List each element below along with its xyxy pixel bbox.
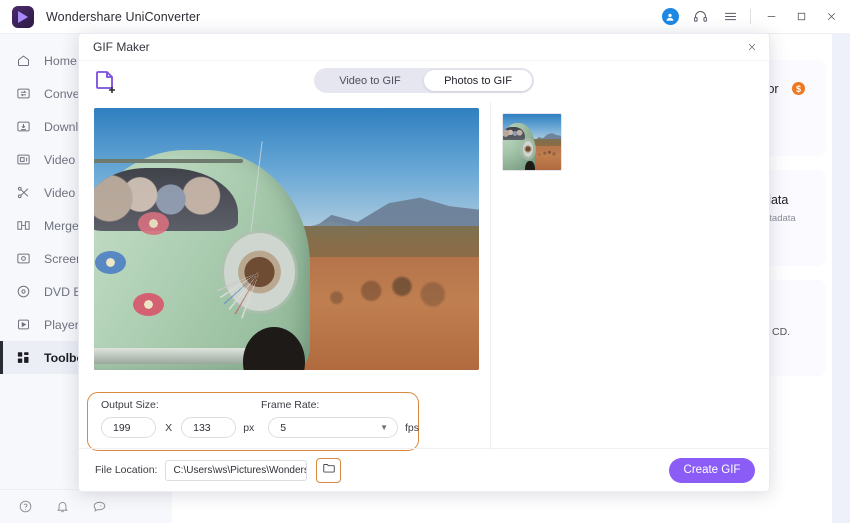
tab-video-to-gif[interactable]: Video to GIF [316,70,424,91]
gif-maker-dialog: GIF Maker Video to GIF Photos to GIF Out… [78,33,770,492]
play-icon [14,315,33,334]
title-bar: Wondershare UniConverter [0,0,850,34]
sidebar-bottom-bar [0,489,172,523]
dialog-footer: File Location: C:\Users\ws\Pictures\Wond… [79,448,769,491]
record-icon [14,249,33,268]
dialog-title: GIF Maker [93,40,150,54]
convert-icon [14,84,33,103]
car-window [503,126,525,141]
headlight [213,221,306,323]
add-file-icon[interactable] [95,69,119,95]
frame-rate-label: Frame Rate: [261,399,320,411]
px-unit-label: px [243,421,255,434]
settings-labels: Output Size: Frame Rate: [101,399,419,411]
minimize-icon[interactable] [756,0,786,34]
window-controls [655,0,850,34]
maximize-icon[interactable] [786,0,816,34]
help-icon[interactable] [18,499,33,514]
tab-photos-to-gif[interactable]: Photos to GIF [424,70,532,91]
thumbnail-list [490,102,769,450]
photo-preview[interactable] [94,108,479,370]
dimension-separator: X [165,421,173,434]
close-icon[interactable] [816,0,846,34]
dialog-toolbar: Video to GIF Photos to GIF [79,61,769,102]
gif-settings-panel: Output Size: Frame Rate: 199 X 133 px 5 … [87,392,419,451]
browse-folder-button[interactable] [316,457,342,483]
thumbnail-item[interactable] [502,113,562,171]
background-card-3-title: CD. [772,326,791,338]
account-icon[interactable] [655,0,685,34]
hamburger-icon[interactable] [715,0,745,34]
roof-rack [94,159,243,164]
merge-icon [14,216,33,235]
disc-icon [14,282,33,301]
headset-icon[interactable] [685,0,715,34]
preview-column: Output Size: Frame Rate: 199 X 133 px 5 … [79,102,479,451]
create-gif-button[interactable]: Create GIF [669,457,755,483]
headlight [522,140,534,158]
feedback-icon[interactable] [92,499,107,514]
flower-decal [132,292,164,316]
app-window: Wondershare UniConverter tor $ data etad… [0,0,850,523]
dialog-header: GIF Maker [79,34,769,61]
height-input[interactable]: 133 [181,417,237,438]
bumper [94,348,258,365]
frame-rate-value: 5 [280,421,287,434]
file-location-label: File Location: [95,464,158,476]
file-location-value: C:\Users\ws\Pictures\Wonders [173,464,308,476]
flower-decal [94,251,126,275]
width-input[interactable]: 199 [101,417,157,438]
right-rail [832,34,850,523]
home-icon [14,51,33,70]
notification-bell-icon[interactable] [55,499,70,514]
vw-beetle-car [503,122,536,170]
wheel [525,160,535,170]
chevron-down-icon: ▼ [380,423,388,432]
folder-icon [322,461,336,480]
divider [750,9,751,24]
sidebar-item-label: Home [44,53,77,68]
close-icon[interactable] [735,34,769,61]
wheel [242,327,305,370]
frame-rate-select[interactable]: 5 ▼ [268,417,398,438]
mode-tabs: Video to GIF Photos to GIF [314,68,534,93]
sidebar-item-label: Player [44,317,79,332]
pro-badge: $ [792,82,805,95]
app-logo-icon [12,5,34,28]
file-location-select[interactable]: C:\Users\ws\Pictures\Wonders ▼ [165,459,308,481]
settings-controls: 199 X 133 px 5 ▼ fps [101,417,419,438]
toolbox-icon [14,348,33,367]
app-title: Wondershare UniConverter [46,9,201,24]
output-size-label: Output Size: [101,399,159,411]
download-icon [14,117,33,136]
scissors-icon [14,183,33,202]
dialog-body: Output Size: Frame Rate: 199 X 133 px 5 … [79,102,769,451]
vw-beetle-car [94,140,310,370]
fps-unit-label: fps [404,421,419,434]
video-compress-icon [14,150,33,169]
flower-decal [137,212,169,236]
